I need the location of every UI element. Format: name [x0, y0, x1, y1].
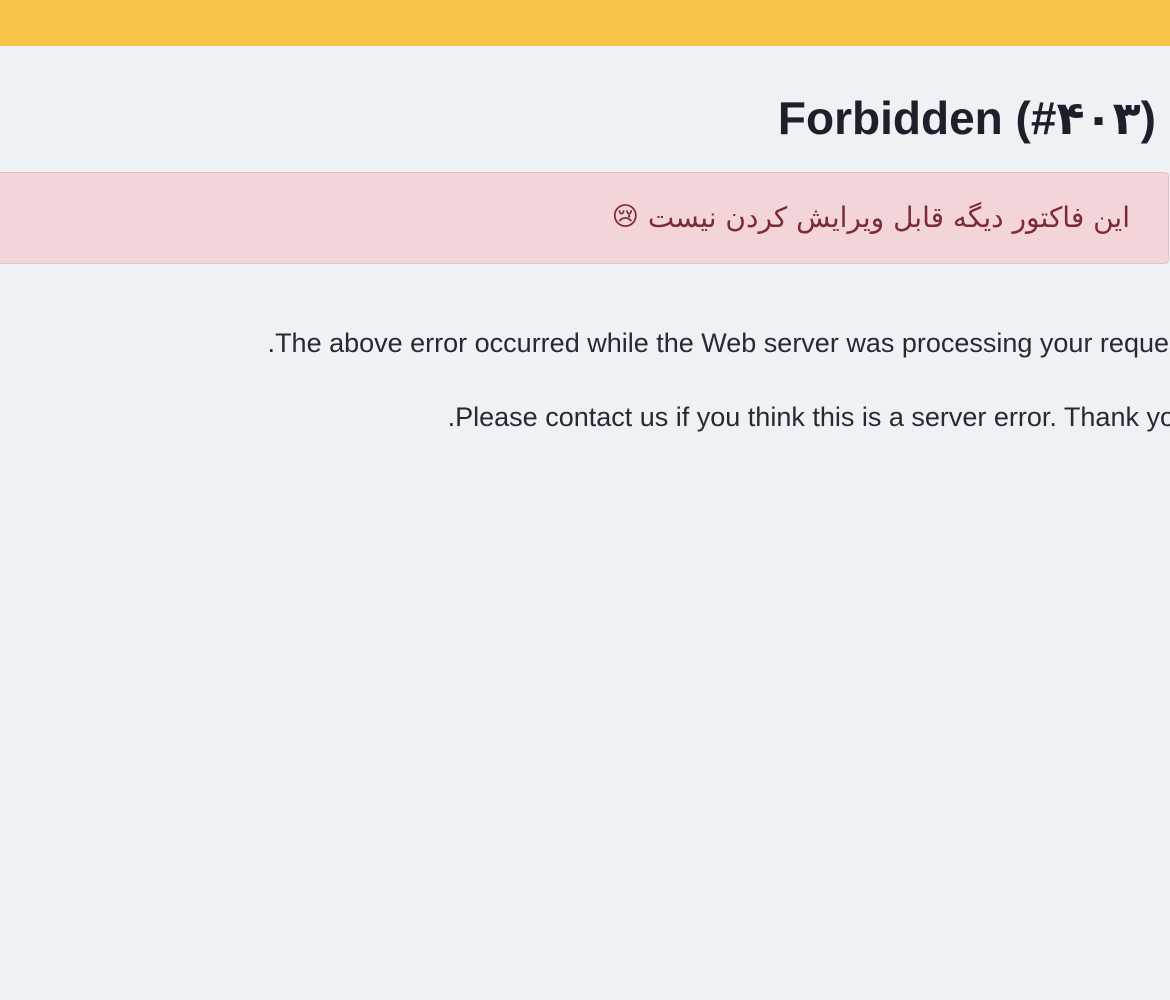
sad-face-icon: 😢: [611, 202, 639, 232]
error-alert: این فاکتور دیگه قابل ویرایش کردن نیست 😢: [0, 172, 1169, 264]
alert-message-text: این فاکتور دیگه قابل ویرایش کردن نیست: [647, 201, 1130, 234]
top-header-bar: [0, 0, 1170, 46]
contact-message: Please contact us if you think this is a…: [447, 402, 1170, 432]
alert-message: این فاکتور دیگه قابل ویرایش کردن نیست 😢: [600, 197, 1130, 240]
error-description: The above error occurred while the Web s…: [267, 328, 1170, 358]
page-title: Forbidden (#۴۰۳): [777, 92, 1156, 144]
